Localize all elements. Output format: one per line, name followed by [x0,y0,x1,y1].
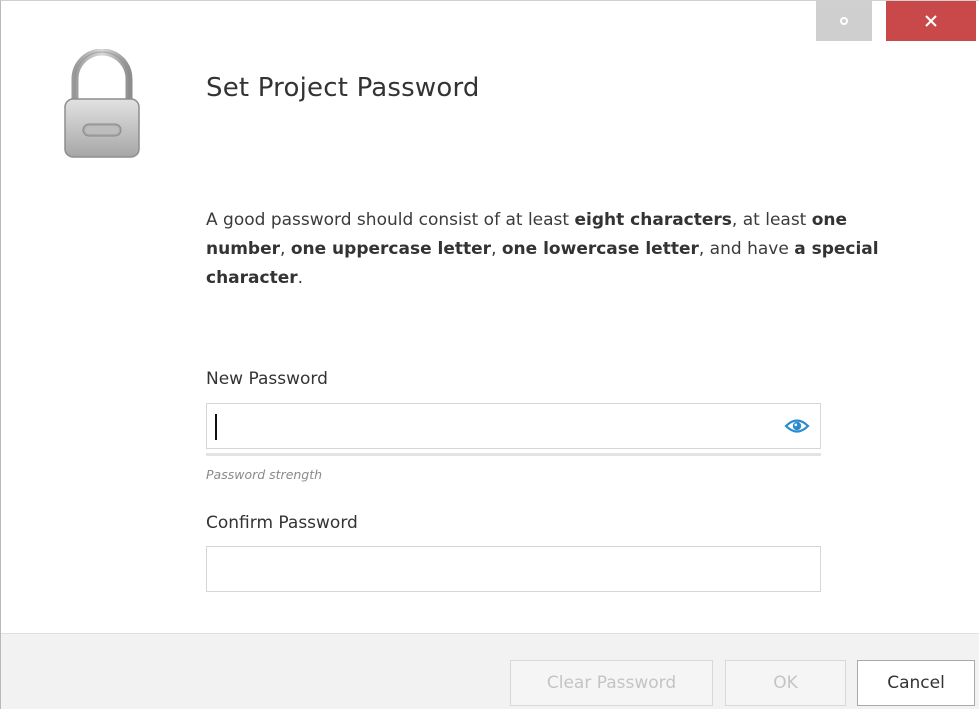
close-icon [925,15,937,27]
set-password-dialog: Set Project Password A good password sho… [0,0,979,709]
clear-password-button[interactable]: Clear Password [510,660,713,706]
close-button[interactable] [886,1,976,41]
eye-icon[interactable] [784,416,810,436]
new-password-input[interactable] [206,403,821,449]
circle-icon [840,17,848,25]
text-caret [215,414,217,440]
new-password-label: New Password [206,369,328,389]
restore-button[interactable] [816,1,872,41]
ok-button[interactable]: OK [725,660,846,706]
password-strength-bar [206,453,821,456]
confirm-password-input[interactable] [206,546,821,592]
dialog-footer: Clear Password OK Cancel [1,633,979,709]
password-requirements-text: A good password should consist of at lea… [206,210,879,288]
cancel-button[interactable]: Cancel [857,660,975,706]
padlock-icon [64,49,140,158]
dialog-title: Set Project Password [206,73,480,103]
password-strength-label: Password strength [206,467,323,482]
confirm-password-label: Confirm Password [206,513,358,533]
